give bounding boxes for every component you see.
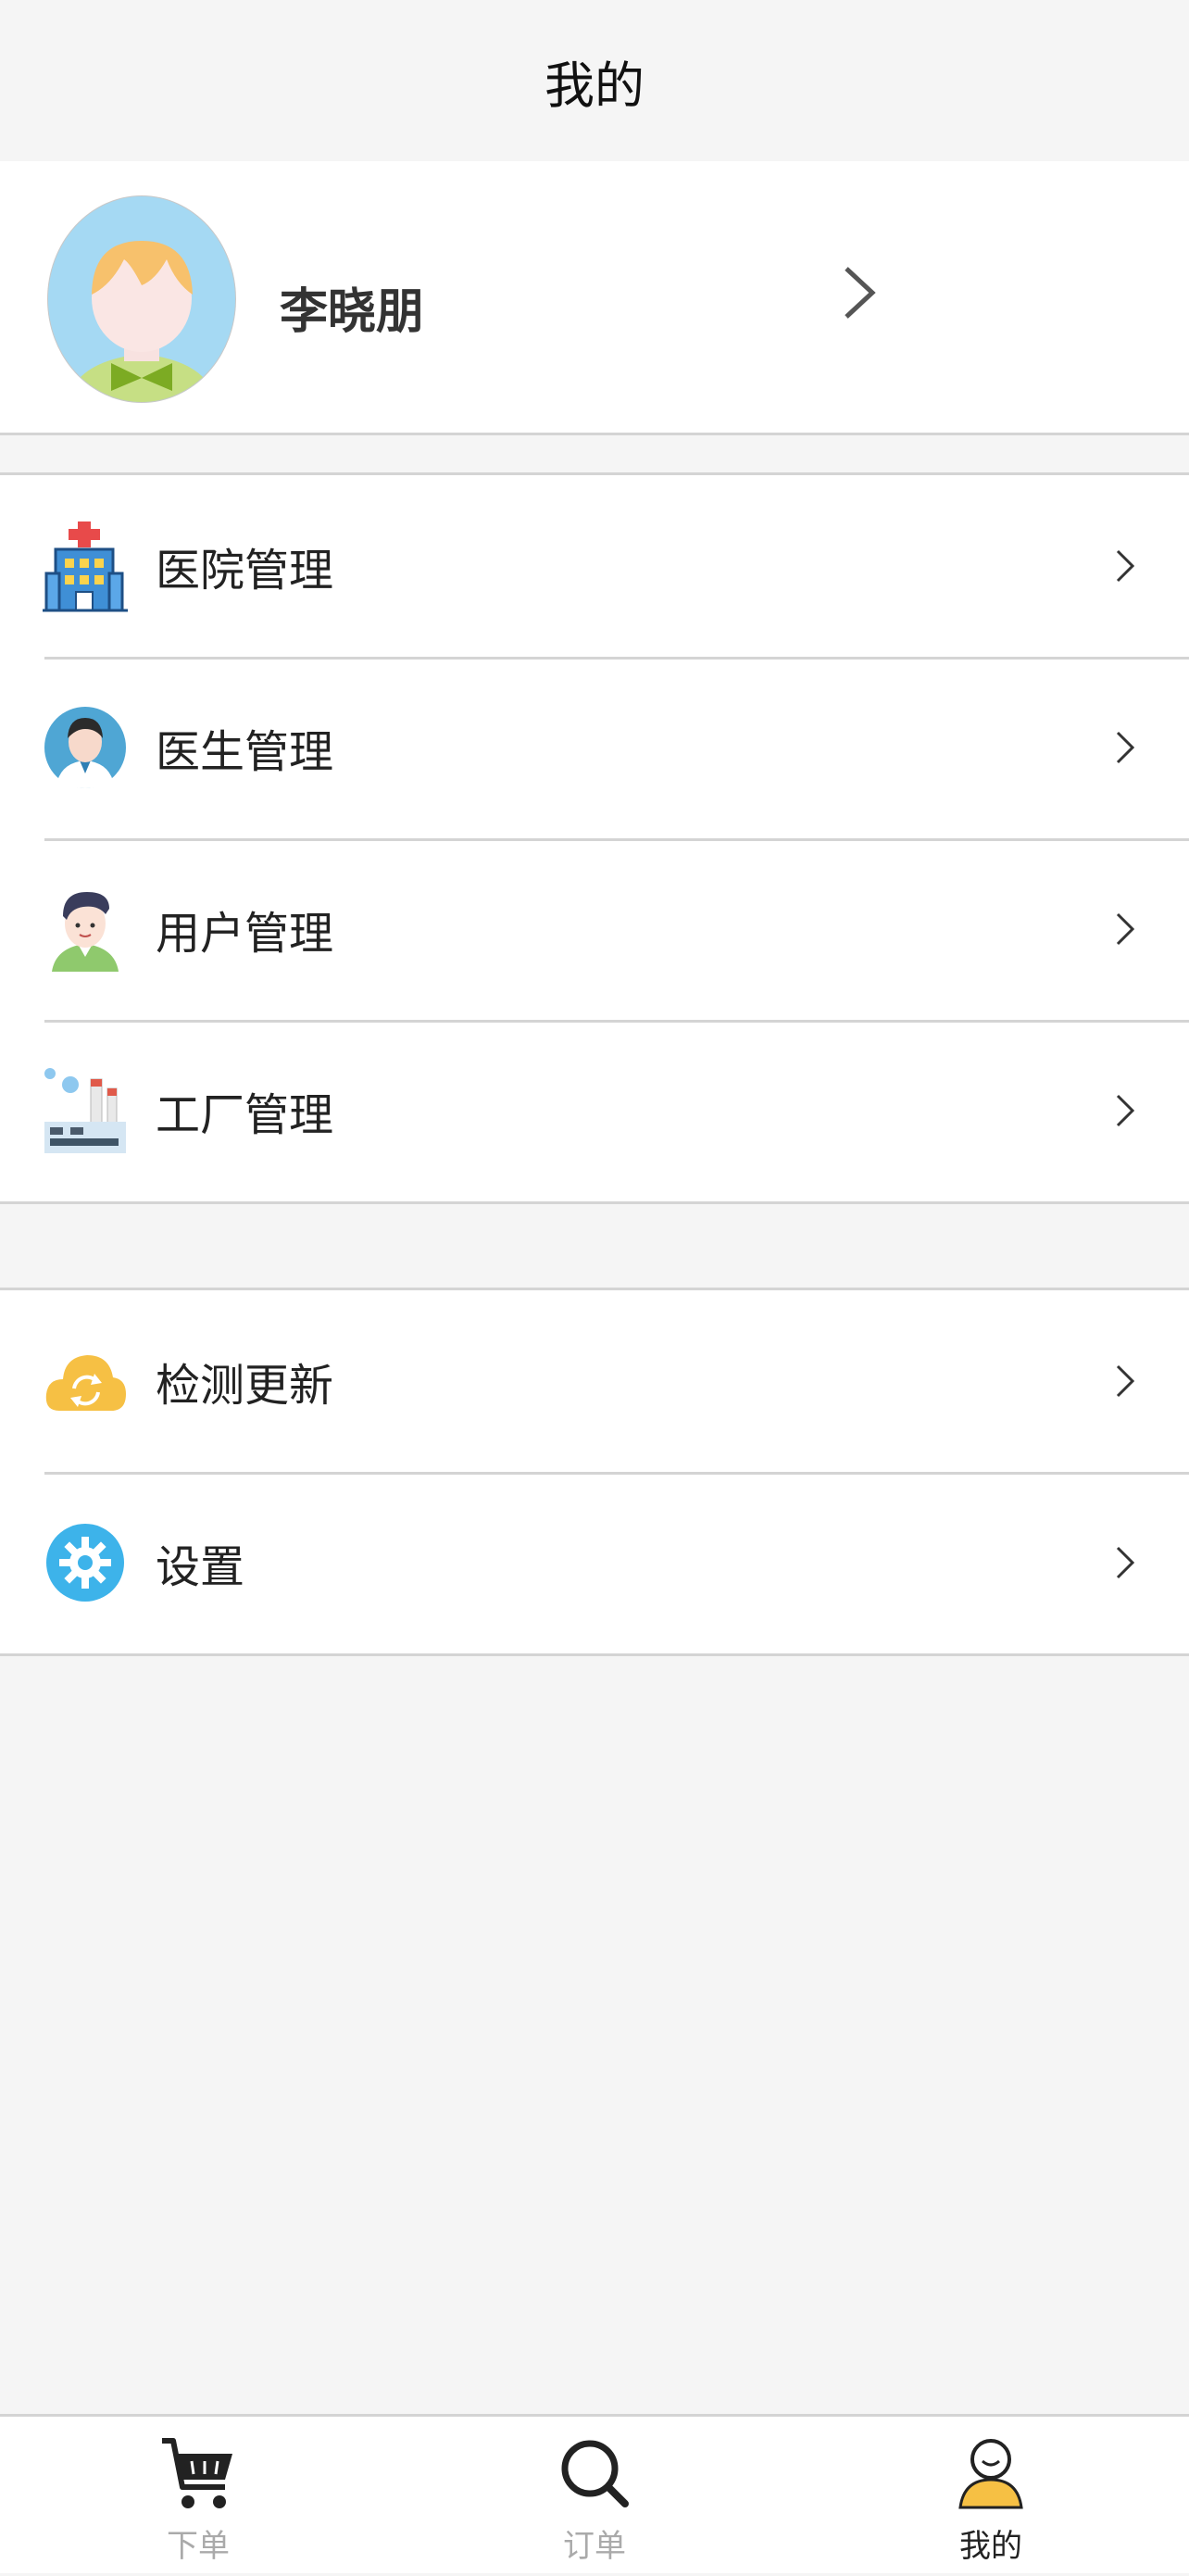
tab-mine[interactable]: 我的 xyxy=(793,2417,1189,2576)
doctor-icon xyxy=(44,707,126,788)
person-icon xyxy=(958,2439,1023,2509)
menu-item-label: 用户管理 xyxy=(156,908,334,960)
page-title: 我的 xyxy=(544,56,645,115)
chevron-right-icon xyxy=(1116,731,1135,764)
profile-name: 李晓朋 xyxy=(280,284,425,340)
menu-item-check-update[interactable]: 检测更新 xyxy=(0,1290,1189,1472)
menu-item-label: 设置 xyxy=(156,1541,245,1593)
chevron-right-icon xyxy=(1116,1364,1135,1398)
tab-label: 下单 xyxy=(167,2528,230,2565)
tab-orders[interactable]: 订单 xyxy=(396,2417,793,2576)
factory-icon xyxy=(44,1068,126,1153)
hospital-icon xyxy=(43,521,128,612)
settings-gear-icon xyxy=(46,1524,124,1602)
menu-item-hospital-management[interactable]: 医院管理 xyxy=(0,475,1189,657)
user-icon xyxy=(52,892,119,972)
management-menu: 医院管理 医生管理 用户管理 工厂管理 xyxy=(0,472,1189,1204)
menu-item-label: 医生管理 xyxy=(156,726,334,778)
tab-label: 我的 xyxy=(959,2528,1022,2565)
menu-item-user-management[interactable]: 用户管理 xyxy=(0,838,1189,1020)
menu-item-label: 检测更新 xyxy=(156,1360,334,1412)
menu-item-factory-management[interactable]: 工厂管理 xyxy=(0,1020,1189,1201)
chevron-right-icon xyxy=(1116,549,1135,583)
system-menu: 检测更新 设置 xyxy=(0,1288,1189,1656)
search-icon xyxy=(561,2440,629,2507)
menu-item-label: 医院管理 xyxy=(156,545,334,597)
cart-icon xyxy=(162,2438,232,2508)
tab-label: 订单 xyxy=(563,2528,626,2565)
menu-item-settings[interactable]: 设置 xyxy=(0,1472,1189,1653)
menu-item-doctor-management[interactable]: 医生管理 xyxy=(0,657,1189,838)
tab-order-place[interactable]: 下单 xyxy=(0,2417,396,2576)
update-cloud-icon xyxy=(45,1355,126,1411)
chevron-right-icon xyxy=(1116,1094,1135,1127)
chevron-right-icon xyxy=(1116,1546,1135,1579)
profile-card[interactable]: 李晓朋 xyxy=(0,161,1189,435)
chevron-right-icon xyxy=(1116,912,1135,946)
nav-header: 我的 xyxy=(0,0,1189,161)
chevron-right-icon xyxy=(845,267,876,319)
menu-item-label: 工厂管理 xyxy=(156,1089,334,1141)
bottom-tab-bar: 下单 订单 我的 xyxy=(0,2414,1189,2573)
avatar xyxy=(47,195,236,403)
